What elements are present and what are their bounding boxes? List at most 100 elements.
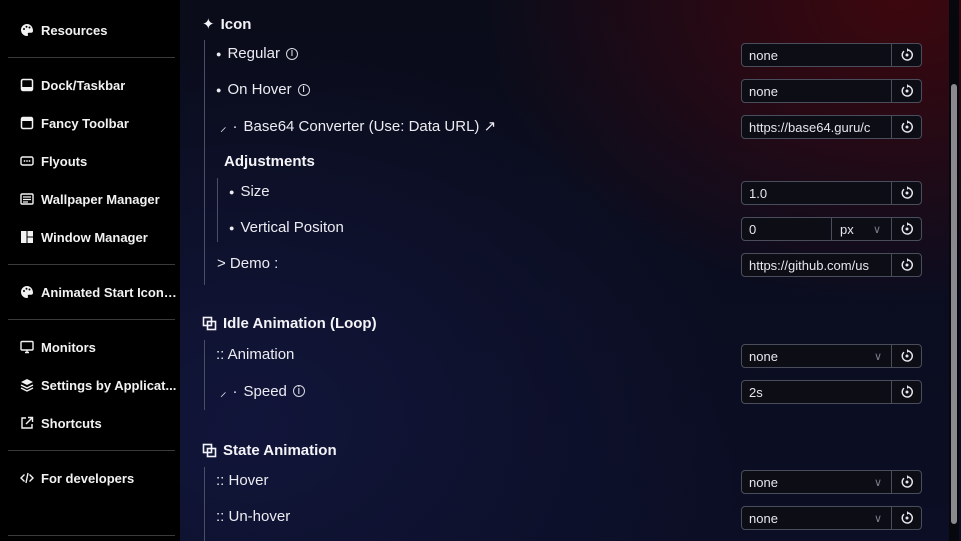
- settings-panel: ✦ Icon ● Regular i none ● On Hover i non…: [180, 0, 961, 541]
- copy-squares-icon: [202, 443, 217, 458]
- section-title-idle-animation: Idle Animation (Loop): [202, 315, 377, 332]
- on-hover-input: none: [741, 79, 922, 103]
- row-speed: ⸝ · Speed i: [220, 382, 305, 400]
- reset-button[interactable]: [891, 182, 921, 204]
- sidebar-item-label: Resources: [41, 22, 108, 38]
- palette-icon: [20, 23, 34, 37]
- info-icon[interactable]: i: [297, 83, 310, 96]
- sidebar-divider: [8, 57, 175, 58]
- window-manager-icon: [20, 230, 34, 244]
- sidebar-item-window-manager[interactable]: Window Manager: [20, 226, 178, 248]
- stack-icon: [20, 378, 34, 392]
- vertical-position-field[interactable]: 0: [742, 218, 831, 240]
- sidebar-item-settings-by-application[interactable]: Settings by Applicat...: [20, 374, 178, 396]
- animation-select: none ∨: [741, 344, 922, 368]
- tree-line: [204, 340, 205, 410]
- demo-field[interactable]: https://github.com/us: [742, 254, 891, 276]
- chevron-down-icon: ∨: [873, 350, 882, 363]
- adjustments-heading: Adjustments: [224, 153, 315, 170]
- regular-field[interactable]: none: [742, 44, 891, 66]
- sidebar-item-fancy-toolbar[interactable]: Fancy Toolbar: [20, 112, 178, 134]
- reset-icon: [901, 48, 913, 61]
- base64-link[interactable]: Base64 Converter (Use: Data URL) ↗: [244, 117, 497, 135]
- reset-icon: [901, 349, 913, 362]
- row-vertical-position: ● Vertical Positon: [229, 219, 344, 236]
- vertical-position-input: 0 px ∨: [741, 217, 922, 241]
- sidebar-item-flyouts[interactable]: Flyouts: [20, 150, 178, 172]
- sidebar-item-label: Fancy Toolbar: [41, 115, 129, 131]
- sidebar: Resources Dock/Taskbar Fancy Toolbar Fly…: [0, 0, 180, 541]
- tree-line: [204, 467, 205, 541]
- reset-button[interactable]: [891, 345, 921, 367]
- sidebar-item-label: Flyouts: [41, 153, 88, 169]
- reset-icon: [901, 222, 913, 235]
- branch-curve-icon: ⸝: [220, 384, 227, 399]
- tree-line: [217, 178, 218, 242]
- section-title-state-animation: State Animation: [202, 442, 337, 459]
- sidebar-item-label: For developers: [41, 470, 135, 486]
- row-base64-converter[interactable]: ⸝ · Base64 Converter (Use: Data URL) ↗: [220, 117, 497, 136]
- sidebar-item-label: Settings by Applicat...: [41, 377, 177, 393]
- taskbar-icon: [20, 78, 34, 92]
- base64-input: https://base64.guru/c: [741, 115, 922, 139]
- reset-icon: [901, 511, 913, 524]
- sidebar-divider: [8, 450, 175, 451]
- chevron-down-icon: ∨: [873, 512, 882, 525]
- sidebar-item-dock-taskbar[interactable]: Dock/Taskbar: [20, 74, 178, 96]
- unhover-select: none ∨: [741, 506, 922, 530]
- info-icon[interactable]: i: [285, 47, 298, 60]
- reset-icon: [901, 84, 913, 97]
- on-hover-field[interactable]: none: [742, 80, 891, 102]
- speed-input: 2s: [741, 380, 922, 404]
- reset-button[interactable]: [891, 507, 921, 529]
- sidebar-item-shortcuts[interactable]: Shortcuts: [20, 412, 178, 434]
- hover-select: none ∨: [741, 470, 922, 494]
- unit-select[interactable]: px ∨: [831, 218, 891, 240]
- monitor-icon: [20, 340, 34, 354]
- info-icon[interactable]: i: [292, 385, 305, 397]
- row-animation: :: Animation: [216, 346, 295, 363]
- chevron-down-icon: ∨: [872, 223, 881, 236]
- toolbar-icon: [20, 116, 34, 130]
- sidebar-item-monitors[interactable]: Monitors: [20, 336, 178, 358]
- sidebar-item-label: Wallpaper Manager: [41, 191, 160, 207]
- code-icon: [20, 471, 34, 485]
- sidebar-item-label: Animated Start Icon ...: [41, 284, 178, 300]
- branch-curve-icon: ⸝: [220, 119, 227, 134]
- reset-button[interactable]: [891, 471, 921, 493]
- reset-button[interactable]: [891, 218, 921, 240]
- size-input: 1.0: [741, 181, 922, 205]
- sidebar-item-animated-start-icon[interactable]: Animated Start Icon ...: [20, 281, 178, 303]
- size-field[interactable]: 1.0: [742, 182, 891, 204]
- reset-button[interactable]: [891, 254, 921, 276]
- palette-icon: [20, 285, 34, 299]
- scrollbar-thumb[interactable]: [951, 84, 957, 524]
- reset-button[interactable]: [891, 381, 921, 403]
- reset-button[interactable]: [891, 44, 921, 66]
- reset-button[interactable]: [891, 116, 921, 138]
- bullet-icon: ●: [229, 222, 235, 233]
- reset-icon: [901, 120, 913, 133]
- reset-button[interactable]: [891, 80, 921, 102]
- external-link-icon: [20, 416, 34, 430]
- speed-field[interactable]: 2s: [742, 381, 891, 403]
- row-on-hover: ● On Hover i: [216, 81, 310, 98]
- copy-squares-icon: [202, 316, 217, 331]
- dot-icon: ·: [232, 117, 238, 135]
- row-demo[interactable]: > Demo :: [217, 255, 278, 272]
- sidebar-item-for-developers[interactable]: For developers: [20, 467, 178, 489]
- bullet-icon: ●: [229, 186, 235, 197]
- sidebar-item-label: Dock/Taskbar: [41, 77, 126, 93]
- unhover-dropdown[interactable]: none ∨: [742, 507, 891, 529]
- hover-dropdown[interactable]: none ∨: [742, 471, 891, 493]
- sidebar-item-wallpaper-manager[interactable]: Wallpaper Manager: [20, 188, 178, 210]
- dot-icon: ·: [232, 382, 238, 400]
- base64-field[interactable]: https://base64.guru/c: [742, 116, 891, 138]
- sidebar-divider: [8, 319, 175, 320]
- sidebar-item-resources[interactable]: Resources: [20, 19, 178, 41]
- animation-dropdown[interactable]: none ∨: [742, 345, 891, 367]
- row-regular: ● Regular i: [216, 45, 298, 62]
- reset-icon: [901, 385, 913, 398]
- reset-icon: [901, 475, 913, 488]
- reset-icon: [901, 186, 913, 199]
